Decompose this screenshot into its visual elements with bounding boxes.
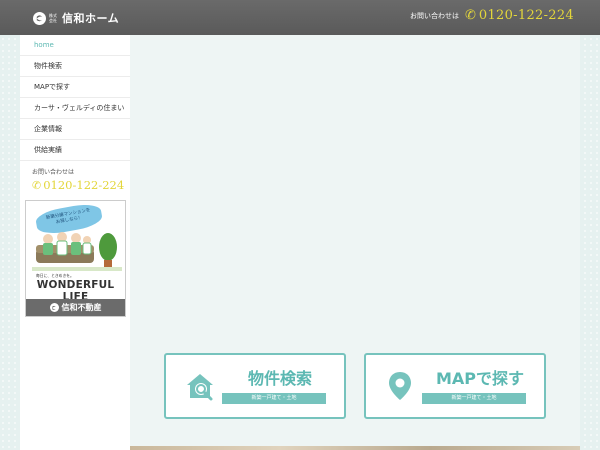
sidebar-item-map-search[interactable]: MAPで探す bbox=[20, 77, 130, 98]
sidebar-item-supply-record[interactable]: 供給実績 bbox=[20, 140, 130, 161]
logo-small-text: 株式会社 bbox=[49, 13, 57, 23]
sidebar-item-company-info[interactable]: 企業情報 bbox=[20, 119, 130, 140]
sidebar-item-property-search[interactable]: 物件検索 bbox=[20, 56, 130, 77]
sidebar-phone-number[interactable]: 0120-122-224 bbox=[43, 178, 124, 192]
sidebar-item-home[interactable]: home bbox=[20, 35, 130, 56]
sidebar-contact: お問い合わせは ✆ 0120-122-224 bbox=[20, 167, 130, 192]
map-pin-icon bbox=[389, 372, 411, 400]
family-illustration bbox=[32, 232, 122, 271]
property-search-card[interactable]: 物件検索 新築一戸建て・土地 bbox=[164, 353, 346, 419]
sidebar: home 物件検索 MAPで探す カーサ・ヴェルディの住まい 企業情報 供給実績… bbox=[20, 35, 130, 450]
logo-mark-icon bbox=[33, 11, 46, 25]
property-search-tag: 新築一戸建て・土地 bbox=[222, 393, 326, 404]
logo-mark-icon bbox=[49, 303, 59, 312]
sidebar-contact-label: お問い合わせは bbox=[32, 169, 75, 176]
map-search-title: MAPで探す bbox=[435, 369, 525, 388]
site-header: 株式会社 信和ホーム お問い合わせは ✆ 0120-122-224 bbox=[0, 0, 600, 35]
header-contact: お問い合わせは ✆ 0120-122-224 bbox=[410, 8, 574, 23]
logo-text: 信和ホーム bbox=[62, 12, 120, 25]
banner-footer: 信和不動産 bbox=[26, 299, 125, 316]
banner-footer-text: 信和不動産 bbox=[61, 303, 102, 312]
site-logo[interactable]: 株式会社 信和ホーム bbox=[33, 10, 119, 26]
hero-image-edge bbox=[130, 446, 580, 450]
wonderful-life-banner[interactable]: 新築分譲マンションを お探しなら！ 毎日に、ときめきを。 WONDERFUL L… bbox=[25, 200, 126, 317]
header-contact-label: お問い合わせは bbox=[409, 11, 459, 20]
phone-icon: ✆ bbox=[32, 178, 42, 192]
main-content: 物件検索 新築一戸建て・土地 MAPで探す 新築一戸建て・土地 bbox=[130, 35, 580, 450]
map-search-tag: 新築一戸建て・土地 bbox=[422, 393, 526, 404]
map-search-card[interactable]: MAPで探す 新築一戸建て・土地 bbox=[364, 353, 546, 419]
house-search-icon bbox=[187, 374, 213, 401]
header-phone-number[interactable]: 0120-122-224 bbox=[479, 8, 574, 23]
sidebar-item-casa-verdi[interactable]: カーサ・ヴェルディの住まい bbox=[20, 98, 130, 119]
phone-icon: ✆ bbox=[464, 8, 476, 23]
property-search-title: 物件検索 bbox=[247, 369, 312, 388]
